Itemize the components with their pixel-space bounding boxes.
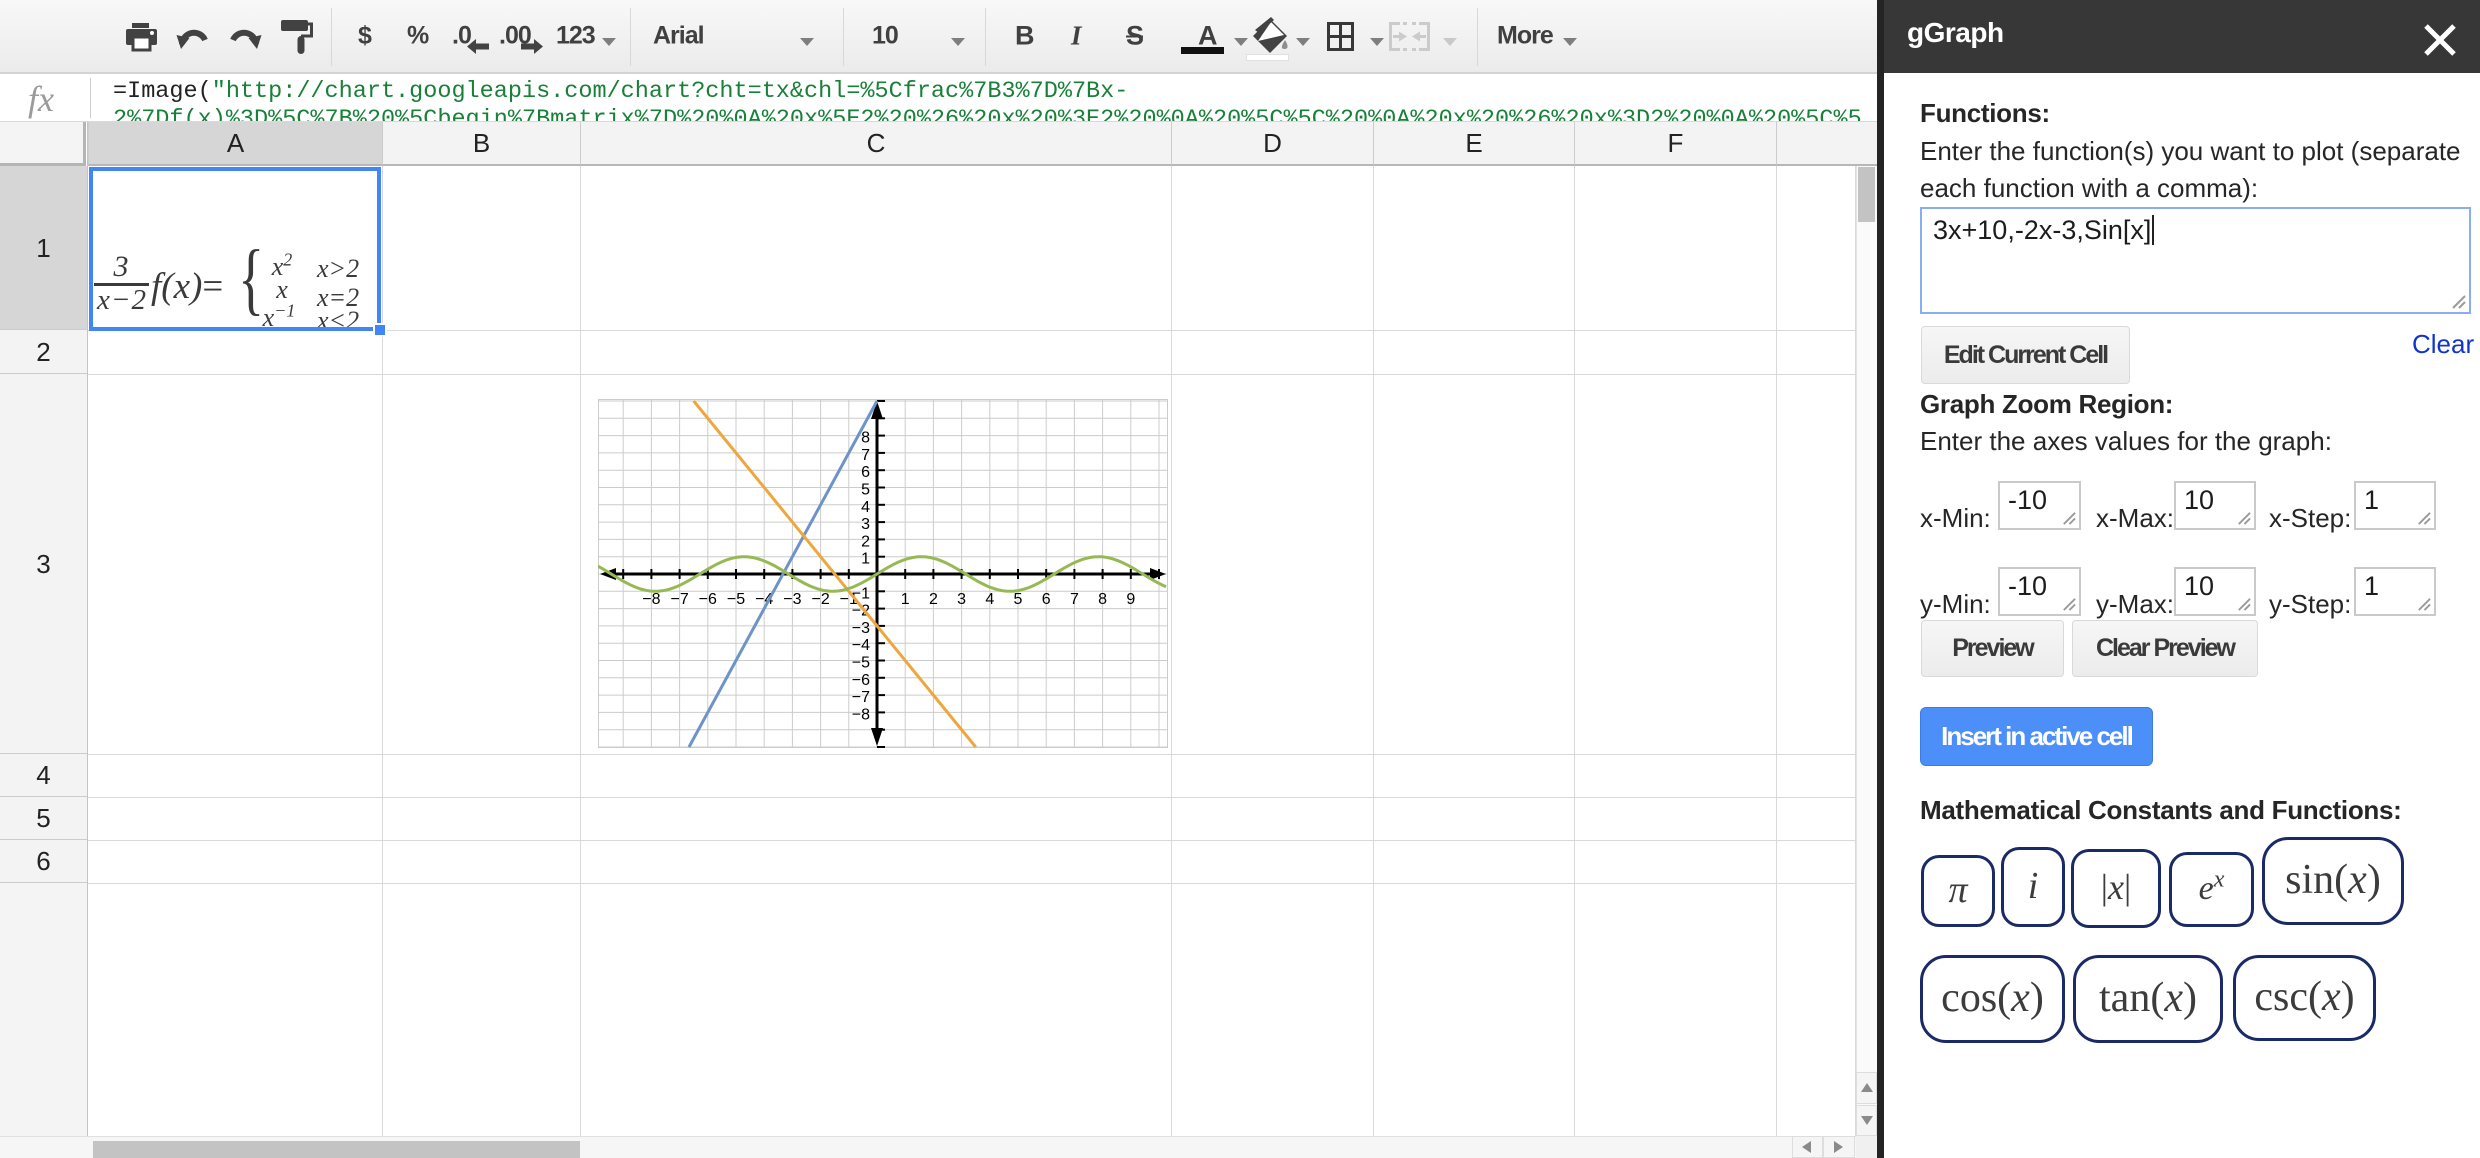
svg-text:4: 4 — [985, 591, 994, 608]
svg-text:1: 1 — [901, 591, 910, 608]
svg-text:−3: −3 — [783, 591, 801, 608]
svg-text:5: 5 — [1014, 591, 1023, 608]
svg-text:−4: −4 — [852, 637, 870, 654]
svg-text:2: 2 — [929, 591, 938, 608]
svg-text:5: 5 — [861, 482, 870, 499]
svg-text:−2: −2 — [811, 591, 829, 608]
svg-text:6: 6 — [1042, 591, 1051, 608]
svg-text:−8: −8 — [642, 591, 660, 608]
svg-text:−7: −7 — [852, 689, 870, 706]
svg-text:3: 3 — [957, 591, 966, 608]
svg-text:9: 9 — [1126, 591, 1135, 608]
svg-text:−3: −3 — [852, 620, 870, 637]
svg-text:8: 8 — [861, 430, 870, 447]
svg-text:6: 6 — [861, 464, 870, 481]
svg-text:7: 7 — [1070, 591, 1079, 608]
svg-text:−8: −8 — [852, 706, 870, 723]
svg-text:−5: −5 — [852, 655, 870, 672]
svg-text:−6: −6 — [699, 591, 717, 608]
svg-text:7: 7 — [861, 447, 870, 464]
svg-text:2: 2 — [861, 533, 870, 550]
svg-text:1: 1 — [861, 551, 870, 568]
svg-text:−7: −7 — [670, 591, 688, 608]
svg-text:−5: −5 — [727, 591, 745, 608]
svg-text:4: 4 — [861, 499, 870, 516]
svg-text:3: 3 — [861, 516, 870, 533]
svg-text:−6: −6 — [852, 672, 870, 689]
svg-text:8: 8 — [1098, 591, 1107, 608]
